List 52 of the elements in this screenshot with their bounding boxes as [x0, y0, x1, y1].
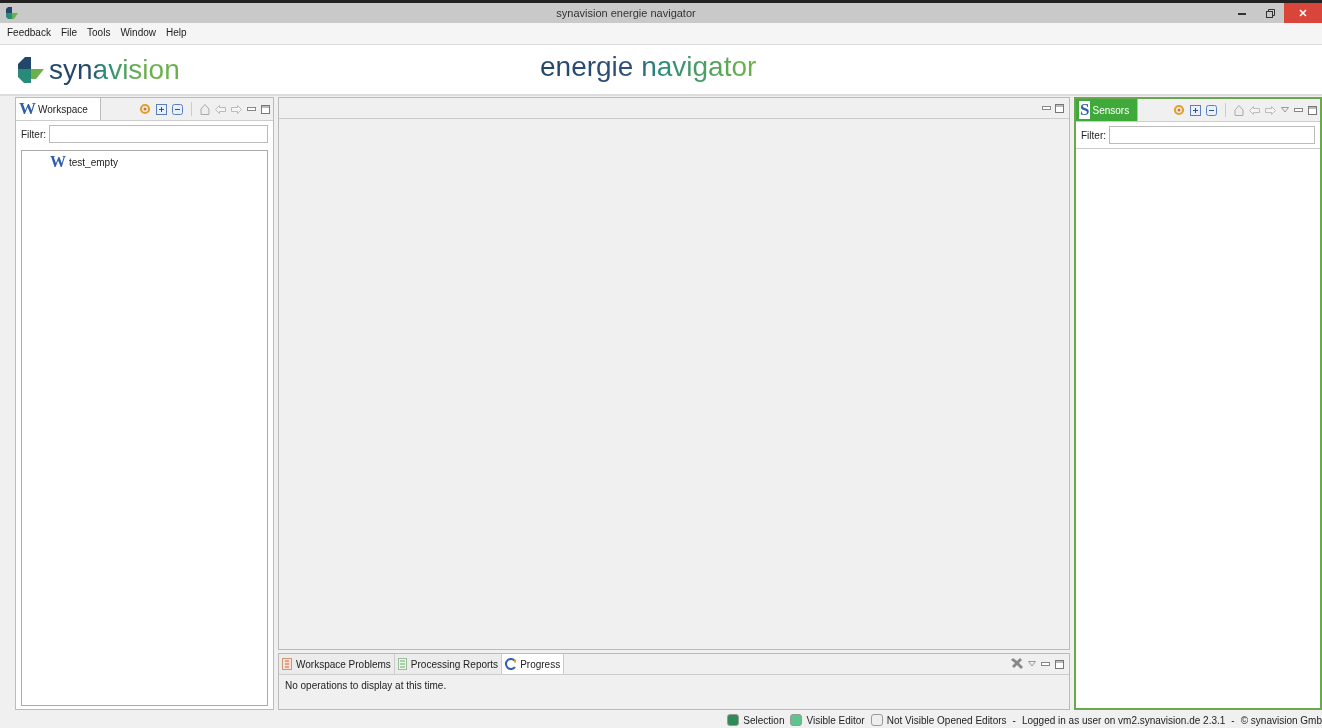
- collapse-all-icon[interactable]: [172, 103, 183, 115]
- view-tab[interactable]: S Sensors: [1076, 99, 1139, 121]
- maximize-icon[interactable]: [1055, 659, 1064, 669]
- progress-icon: [505, 658, 518, 670]
- maximize-icon[interactable]: [1308, 105, 1317, 115]
- problems-icon: [282, 658, 293, 670]
- legend-label: Selection: [743, 714, 785, 726]
- close-icon: [1299, 9, 1307, 17]
- view-tab[interactable]: Processing Reports: [394, 654, 503, 674]
- legend-label: Visible Editor: [806, 714, 865, 726]
- view-letter-icon: S: [1079, 101, 1091, 119]
- view-menu-icon[interactable]: [1028, 661, 1036, 667]
- app-logo-icon: [6, 7, 18, 19]
- view-letter-icon: W: [19, 100, 36, 118]
- menu-item[interactable]: Help: [161, 27, 192, 38]
- menu-item[interactable]: Tools: [82, 27, 116, 38]
- minimize-icon[interactable]: [1294, 107, 1303, 113]
- minimize-icon: [1238, 11, 1246, 15]
- menu-item[interactable]: Feedback: [2, 27, 56, 38]
- filter-field[interactable]: [1109, 126, 1315, 144]
- status-message: No operations to display at this time.: [284, 679, 448, 693]
- restore-icon: [1265, 8, 1275, 18]
- status-text: © synavision Gmb: [1240, 714, 1322, 726]
- tree-item[interactable]: W test_empty: [48, 153, 120, 171]
- maximize-icon[interactable]: [1055, 103, 1064, 113]
- expand-all-icon[interactable]: [1190, 104, 1201, 116]
- remove-all-icon[interactable]: [1010, 658, 1023, 670]
- minimize-icon[interactable]: [1042, 105, 1051, 111]
- legend-label: Not Visible Opened Editors: [886, 714, 1007, 726]
- filter-label: Filter:: [21, 128, 46, 140]
- minimize-icon[interactable]: [247, 106, 256, 112]
- window-title: synavision energie navigator: [555, 7, 697, 19]
- collapse-all-icon[interactable]: [1206, 104, 1217, 116]
- view-menu-icon[interactable]: [1281, 107, 1289, 113]
- item-letter-icon: W: [50, 153, 66, 171]
- minimize-icon[interactable]: [1041, 661, 1050, 667]
- home-icon[interactable]: [200, 103, 210, 115]
- view-tab[interactable]: WWorkspace: [16, 98, 101, 120]
- logo-mark-icon: [18, 56, 44, 83]
- report-list-icon: [397, 658, 408, 670]
- status-text: -: [1231, 714, 1235, 726]
- view-tab[interactable]: Progress: [502, 654, 565, 674]
- expand-all-icon[interactable]: [156, 103, 167, 115]
- view-tab[interactable]: Workspace Problems: [279, 654, 395, 674]
- status-text: Logged in as user on vm2.synavision.de 2.3.1: [1021, 714, 1226, 726]
- filter-label: Filter:: [1081, 129, 1106, 141]
- menu-item[interactable]: Window: [115, 27, 161, 38]
- menu-item[interactable]: File: [55, 27, 83, 38]
- home-icon[interactable]: [1234, 104, 1244, 116]
- filter-field[interactable]: [49, 125, 268, 143]
- maximize-icon[interactable]: [261, 104, 270, 114]
- status-text: -: [1012, 714, 1016, 726]
